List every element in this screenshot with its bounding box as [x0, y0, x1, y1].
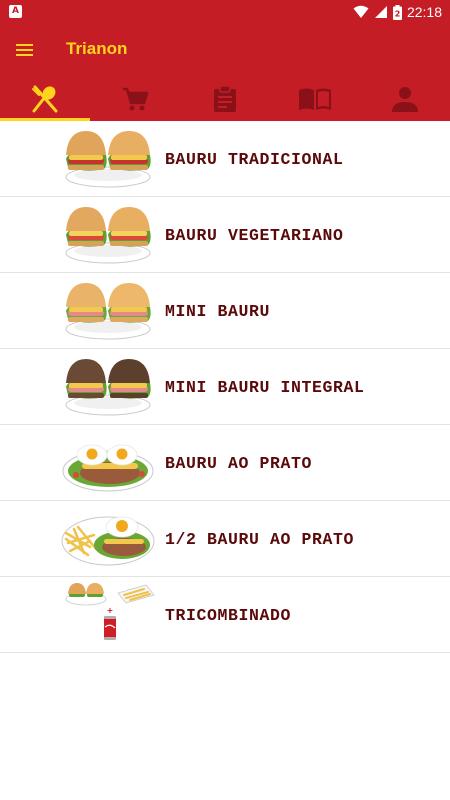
- menu-item-bauru-ao-prato[interactable]: BAURU AO PRATO: [0, 425, 450, 501]
- menu-item-label: BAURU VEGETARIANO: [165, 225, 344, 245]
- hamburger-menu-button[interactable]: [10, 36, 40, 64]
- svg-text:+: +: [107, 606, 114, 615]
- sandwich-pair-image: [65, 207, 151, 264]
- status-icons: 2 22:18: [353, 3, 442, 21]
- utensils-icon: [32, 85, 58, 112]
- menu-item-bauru-vegetariano[interactable]: BAURU VEGETARIANO: [0, 197, 450, 273]
- status-bar: A 2 22:18: [0, 0, 450, 24]
- menu-item-meio-bauru-ao-prato[interactable]: 1/2 BAURU AO PRATO: [0, 501, 450, 577]
- sandwich-pair-image: [65, 283, 151, 340]
- tab-profile[interactable]: [360, 76, 450, 121]
- menu-item-label: BAURU AO PRATO: [165, 453, 313, 473]
- menu-item-mini-bauru[interactable]: MINI BAURU: [0, 273, 450, 349]
- clock-time: 22:18: [406, 4, 442, 20]
- menu-item-mini-bauru-integral[interactable]: MINI BAURU INTEGRAL: [0, 349, 450, 425]
- combo-sandwich-fries-soda-image: +: [65, 583, 155, 640]
- tab-catalog[interactable]: [270, 76, 360, 121]
- cart-icon: [123, 87, 149, 110]
- tab-bar: [0, 76, 450, 121]
- tab-menu[interactable]: [0, 76, 90, 121]
- plate-with-egg-and-fries-image: [61, 516, 155, 566]
- sandwich-pair-image: [65, 131, 151, 188]
- menu-item-label: BAURU TRADICIONAL: [165, 149, 344, 169]
- book-icon: [299, 88, 331, 110]
- app-title: Trianon: [66, 39, 128, 58]
- menu-item-bauru-tradicional[interactable]: BAURU TRADICIONAL: [0, 121, 450, 197]
- whole-wheat-sandwich-pair-image: [65, 359, 151, 416]
- menu-item-label: MINI BAURU INTEGRAL: [165, 377, 365, 397]
- menu-list: BAURU TRADICIONAL BAURU VEGETARIANO MINI…: [0, 121, 450, 653]
- tab-cart[interactable]: [90, 76, 180, 121]
- menu-item-label: MINI BAURU: [165, 301, 271, 321]
- wifi-icon: [353, 5, 369, 18]
- tab-orders[interactable]: [180, 76, 270, 121]
- app-bar: Trianon: [0, 24, 450, 76]
- clipboard-icon: [214, 84, 236, 112]
- battery-icon: 2: [392, 4, 402, 20]
- menu-item-tricombinado[interactable]: + TRICOMBINADO: [0, 577, 450, 653]
- person-icon: [392, 86, 418, 112]
- app-notification-icon: A: [9, 5, 22, 18]
- cellular-signal-icon: [374, 6, 387, 18]
- menu-item-label: TRICOMBINADO: [165, 605, 292, 625]
- svg-text:2: 2: [395, 9, 401, 18]
- hamburger-menu-icon: [16, 44, 33, 56]
- menu-item-label: 1/2 BAURU AO PRATO: [165, 529, 355, 549]
- plate-with-eggs-image: [62, 444, 154, 492]
